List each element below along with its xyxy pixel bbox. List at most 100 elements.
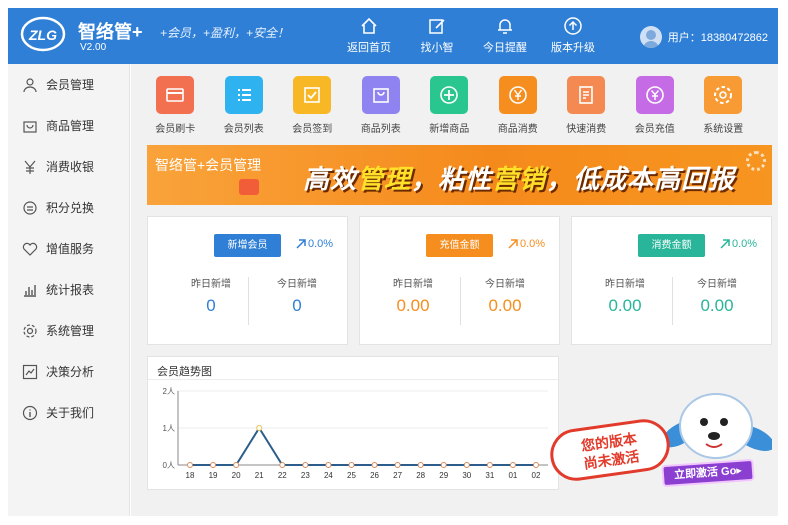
x-tick-label: 26 <box>370 471 379 480</box>
trend-value: 0.0% <box>732 238 758 250</box>
quick-icon-box <box>704 76 743 114</box>
x-tick-label: 20 <box>232 471 241 480</box>
yen-coin-icon <box>508 86 527 104</box>
member-trend-chart-card: 会员趋势图 0人 1人 2人 18 19 20 21 22 23 24 25 26 27 28 29 30 31… <box>147 356 559 490</box>
sidebar-item-reports[interactable]: 统计报表 <box>8 269 129 310</box>
sidebar-item-label: 系统管理 <box>46 324 95 338</box>
data-point <box>440 462 447 468</box>
nav-find-assistant[interactable]: 找小智 <box>400 8 474 64</box>
bell-icon <box>498 19 512 34</box>
quick-label: 商品消费 <box>497 124 538 135</box>
stat-value: 0 <box>206 296 216 315</box>
nav-home[interactable]: 返回首页 <box>332 8 406 64</box>
trend-indicator: 0.0% <box>720 238 757 250</box>
user-icon <box>23 77 37 92</box>
sidebar-item-label: 会员管理 <box>46 78 95 92</box>
quick-icon-box <box>361 76 400 114</box>
data-point <box>394 462 401 468</box>
recharge-icon <box>645 86 664 104</box>
quick-product-consume[interactable]: 商品消费 <box>484 74 553 144</box>
stat-today: 今日新增 0.00 <box>460 275 550 316</box>
quick-settings[interactable]: 系统设置 <box>689 74 758 144</box>
activation-promo[interactable]: 您的版本 尚未激活 立即激活 Go▸ <box>546 382 778 492</box>
user-label: 用户：18380472862 <box>667 32 768 44</box>
stat-value: 0.00 <box>396 296 430 315</box>
sidebar-item-checkout[interactable]: 消费收银 <box>8 146 129 187</box>
x-tick-label: 22 <box>278 471 287 480</box>
divider <box>148 379 558 380</box>
banner-title-part: ，低成本高回报 <box>546 164 736 194</box>
x-tick-label: 25 <box>347 471 356 480</box>
sidebar-item-label: 增值服务 <box>46 242 95 256</box>
nav-reminder[interactable]: 今日提醒 <box>468 8 542 64</box>
quick-label: 系统设置 <box>703 124 744 135</box>
banner-title-highlight: 管理 <box>357 164 412 194</box>
quick-actions: 会员刷卡 会员列表 会员签到 商品列表 新增商品 商品消费 快速消费 会员充值 … <box>141 74 771 144</box>
quick-icon-box <box>156 76 195 114</box>
quick-product-list[interactable]: 商品列表 <box>347 74 416 144</box>
banner-title-highlight: 营销 <box>492 164 547 194</box>
gear-icon <box>23 323 37 338</box>
quick-fast-pay[interactable]: 快速消费 <box>552 74 621 144</box>
quick-label: 快速消费 <box>566 124 607 135</box>
quick-card-swipe[interactable]: 会员刷卡 <box>141 74 210 144</box>
stat-label: 昨日新增 <box>191 279 231 290</box>
x-tick-label: 19 <box>209 471 218 480</box>
x-tick-label: 27 <box>393 471 402 480</box>
x-tick-label: 31 <box>485 471 494 480</box>
stat-today: 今日新增 0.00 <box>672 275 762 316</box>
nav-reminder-label: 今日提醒 <box>483 42 527 54</box>
plus-icon <box>440 86 459 104</box>
nav-upgrade[interactable]: 版本升级 <box>536 8 610 64</box>
x-tick-label: 18 <box>186 471 195 480</box>
quick-icon-box <box>430 76 469 114</box>
sidebar-item-label: 消费收银 <box>46 160 95 174</box>
sidebar-item-points[interactable]: 积分兑换 <box>8 187 129 228</box>
quick-recharge[interactable]: 会员充值 <box>621 74 690 144</box>
fast-pay-icon <box>579 86 594 104</box>
user-info[interactable]: 用户：18380472862 <box>639 26 768 48</box>
bag-icon <box>23 120 37 133</box>
stat-label: 昨日新增 <box>393 279 433 290</box>
sidebar-item-analysis[interactable]: 决策分析 <box>8 351 129 392</box>
settings-icon <box>714 86 733 104</box>
trend-value: 0.0% <box>308 238 334 250</box>
banner-title-part: ，粘性 <box>411 164 493 194</box>
chart-title: 会员趋势图 <box>157 366 212 378</box>
data-point <box>417 462 424 468</box>
sidebar: 会员管理 商品管理 消费收银 积分兑换 增值服务 统计报表 系统管理 决策分析 … <box>8 64 130 516</box>
activation-text: 您的版本 尚未激活 <box>551 425 669 477</box>
quick-member-list[interactable]: 会员列表 <box>210 74 279 144</box>
consumption-amount-button[interactable]: 消费金额 <box>638 234 705 257</box>
sidebar-item-members[interactable]: 会员管理 <box>8 64 129 105</box>
sidebar-item-label: 决策分析 <box>46 365 95 379</box>
edit-icon <box>429 19 445 34</box>
quick-label: 会员刷卡 <box>155 124 196 135</box>
y-tick-label: 0人 <box>163 461 175 470</box>
x-tick-label: 21 <box>255 471 264 480</box>
recharge-amount-button[interactable]: 充值金额 <box>426 234 493 257</box>
quick-add-product[interactable]: 新增商品 <box>415 74 484 144</box>
new-members-button[interactable]: 新增会员 <box>214 234 281 257</box>
trend-indicator: 0.0% <box>296 238 333 250</box>
stat-card-consumption: 消费金额 0.0% 昨日新增 0.00 今日新增 0.00 <box>571 216 772 345</box>
quick-icon-box <box>293 76 332 114</box>
stat-label: 今日新增 <box>697 279 737 290</box>
banner-title-part: 高效 <box>303 164 358 194</box>
sidebar-item-about[interactable]: 关于我们 <box>8 392 129 433</box>
home-icon <box>361 17 377 34</box>
data-point <box>210 462 217 468</box>
data-point <box>348 462 355 468</box>
banner-title: 高效管理，粘性营销，低成本高回报 <box>303 159 735 196</box>
sidebar-item-system[interactable]: 系统管理 <box>8 310 129 351</box>
app-version: V2.00 <box>80 42 107 53</box>
bar-chart-icon <box>24 284 36 297</box>
promo-banner[interactable]: 智络管+会员管理 高效管理，粘性营销，低成本高回报 <box>147 145 772 205</box>
quick-check-in[interactable]: 会员签到 <box>278 74 347 144</box>
quick-label: 会员列表 <box>223 124 264 135</box>
sidebar-item-products[interactable]: 商品管理 <box>8 105 129 146</box>
exchange-icon <box>23 200 37 215</box>
sidebar-item-value-added[interactable]: 增值服务 <box>8 228 129 269</box>
y-tick-label: 2人 <box>163 387 175 396</box>
data-point <box>371 462 378 468</box>
